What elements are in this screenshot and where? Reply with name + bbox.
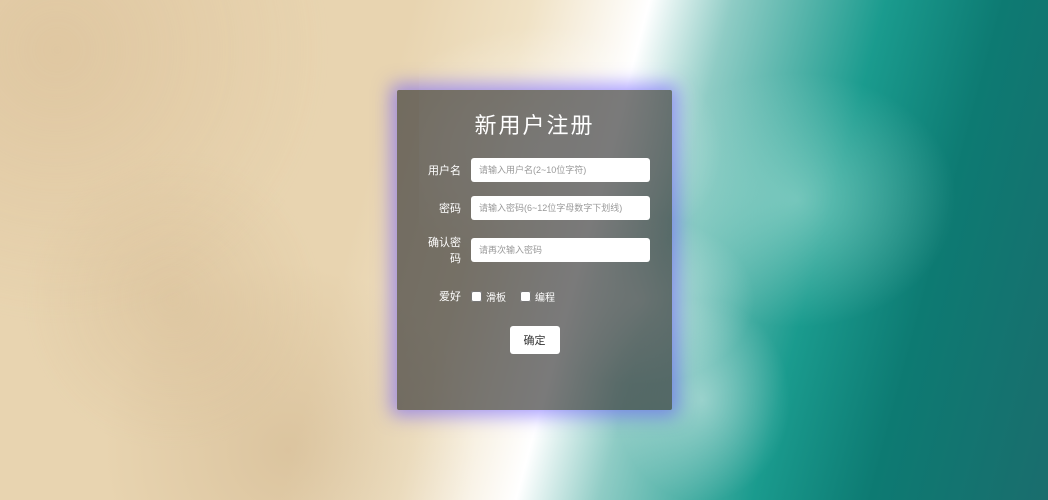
hobby-programming-label[interactable]: 编程 xyxy=(535,289,555,304)
confirm-password-label: 确认密码 xyxy=(419,234,471,266)
submit-row: 确定 xyxy=(419,326,650,354)
submit-button[interactable]: 确定 xyxy=(510,326,560,354)
hobby-skateboard-label[interactable]: 滑板 xyxy=(486,289,506,304)
password-label: 密码 xyxy=(419,200,471,216)
username-row: 用户名 xyxy=(419,158,650,182)
username-input[interactable] xyxy=(471,158,650,182)
hobby-programming-checkbox[interactable] xyxy=(520,291,531,302)
hobby-programming-item: 编程 xyxy=(520,289,555,304)
username-label: 用户名 xyxy=(419,162,471,178)
hobby-label: 爱好 xyxy=(419,288,471,304)
hobby-row: 爱好 滑板 编程 xyxy=(419,288,650,304)
password-row: 密码 xyxy=(419,196,650,220)
hobby-skateboard-item: 滑板 xyxy=(471,289,506,304)
confirm-password-input[interactable] xyxy=(471,238,650,262)
hobby-checkbox-group: 滑板 编程 xyxy=(471,289,555,304)
confirm-password-row: 确认密码 xyxy=(419,234,650,266)
form-title: 新用户注册 xyxy=(419,108,650,140)
password-input[interactable] xyxy=(471,196,650,220)
hobby-skateboard-checkbox[interactable] xyxy=(471,291,482,302)
registration-form: 新用户注册 用户名 密码 确认密码 爱好 滑板 编程 确定 xyxy=(397,90,672,410)
